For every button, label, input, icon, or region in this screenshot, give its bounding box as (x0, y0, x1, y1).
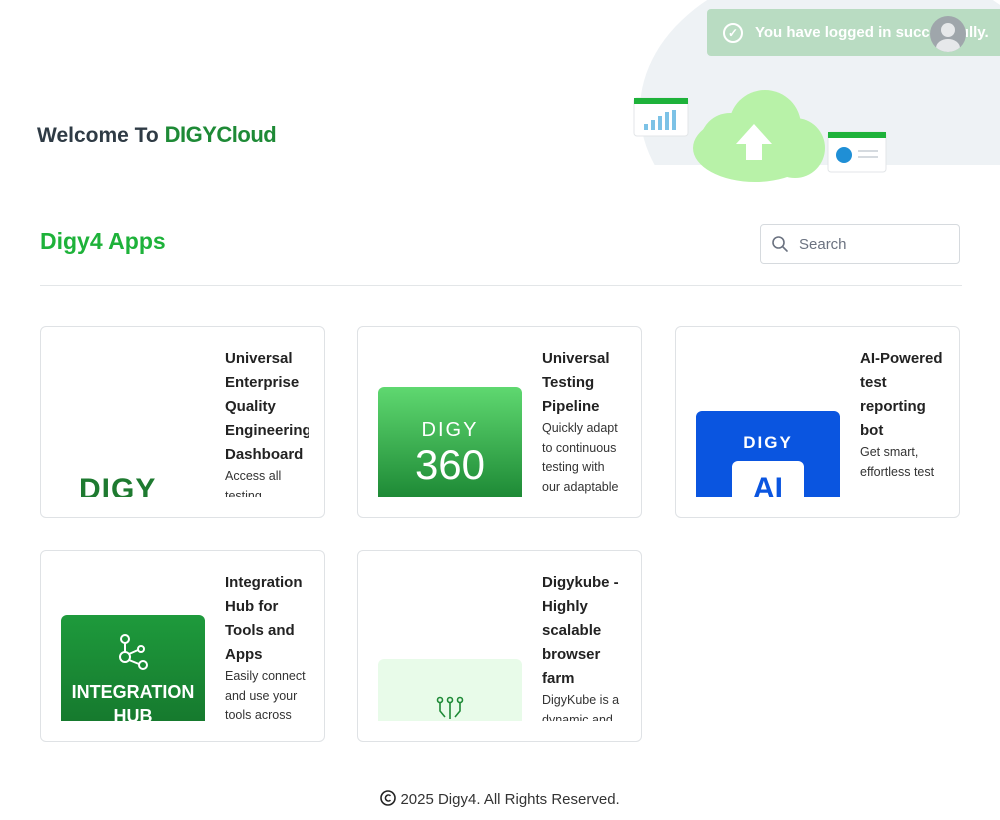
app-card-text: Digykube - Highly scalable browser farm … (542, 571, 626, 721)
digy-logo-text: DIGY (79, 475, 157, 497)
app-title[interactable]: Universal Testing Pipeline (542, 347, 626, 419)
app-thumbnail-digy360: DIGY 360 (378, 387, 522, 497)
app-card-digykube[interactable]: Digykube - Highly scalable browser farm … (357, 550, 642, 742)
app-card-dashboard[interactable]: DIGY Universal Enterprise Quality Engine… (40, 326, 325, 518)
search-icon (772, 236, 788, 252)
copyright-icon (380, 790, 397, 806)
welcome-heading: Welcome To DIGYCloud (37, 122, 277, 148)
app-card-testing-pipeline[interactable]: DIGY 360 Universal Testing Pipeline Quic… (357, 326, 642, 518)
app-title[interactable]: AI-Powered test reporting bot (860, 347, 944, 443)
app-card-text: AI-Powered test reporting bot Get smart,… (860, 347, 944, 497)
section-divider (40, 285, 962, 286)
app-card-integration-hub[interactable]: INTEGRATION HUB Integration Hub for Tool… (40, 550, 325, 742)
app-title[interactable]: Universal Enterprise Quality Engineering… (225, 347, 309, 467)
app-card-text: Universal Enterprise Quality Engineering… (225, 347, 309, 497)
thumb-number: 360 (414, 441, 486, 488)
app-card-ai-reporting[interactable]: DIGY AI AI-Powered test reporting bot Ge… (675, 326, 960, 518)
thumb-label: DIGY (421, 419, 479, 441)
app-card-text: Universal Testing Pipeline Quickly adapt… (542, 347, 626, 497)
app-thumbnail-digy-logo: DIGY (61, 475, 205, 497)
app-description: Easily connect and use your tools across (225, 669, 306, 721)
app-thumbnail-integration-hub: INTEGRATION HUB (61, 615, 205, 721)
search-field[interactable] (760, 224, 960, 264)
app-description: Get smart, effortless test (860, 445, 935, 479)
welcome-prefix: Welcome To (37, 124, 159, 147)
app-title[interactable]: Digykube - Highly scalable browser farm (542, 571, 626, 691)
app-thumbnail-digykube (378, 659, 522, 721)
app-title[interactable]: Integration Hub for Tools and Apps (225, 571, 309, 667)
cloud-upload-illustration (633, 90, 887, 182)
app-thumbnail-digy-ai: DIGY AI (696, 411, 840, 497)
footer: 2025 Digy4. All Rights Reserved. (0, 790, 1000, 808)
thumb-label: DIGY (743, 433, 793, 452)
app-description: Quickly adapt to continuous testing with… (542, 421, 619, 494)
check-circle-icon: ✓ (723, 22, 743, 43)
app-card-text: Integration Hub for Tools and Apps Easil… (225, 571, 309, 721)
app-description: DigyKube is a dynamic and (542, 693, 620, 721)
brand-logo-text: DIGYCloud (164, 122, 277, 147)
user-silhouette-icon (936, 23, 960, 52)
network-hub-icon (119, 634, 148, 670)
ai-chip-label: AI (732, 461, 804, 497)
apps-section-title: Digy4 Apps (40, 228, 166, 254)
copyright-text: 2025 Digy4. All Rights Reserved. (400, 791, 620, 808)
search-input[interactable] (797, 234, 941, 254)
user-avatar[interactable] (930, 16, 966, 52)
circuit-icon (436, 696, 464, 719)
app-description: Access all testing (225, 469, 282, 497)
thumb-label: INTEGRATION HUB (71, 682, 195, 721)
